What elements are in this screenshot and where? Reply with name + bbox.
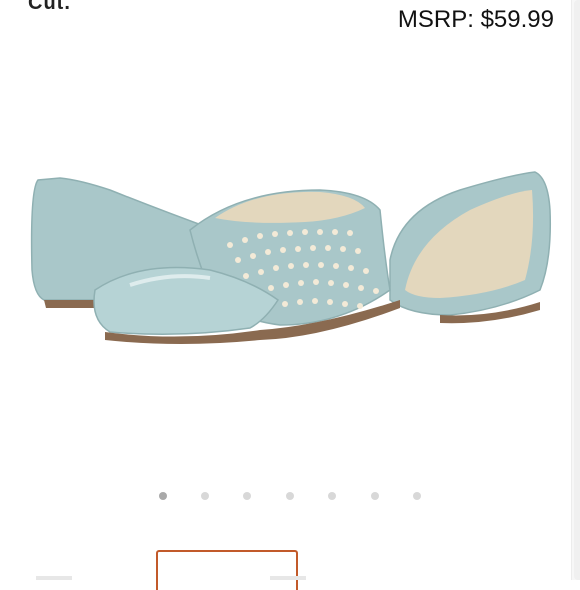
open-heel-shoe-icon: [389, 171, 552, 324]
carousel-dot-7[interactable]: [413, 492, 421, 500]
carousel-dot-2[interactable]: [201, 492, 209, 500]
carousel-dot-1[interactable]: [159, 492, 167, 500]
carousel-pagination: [0, 492, 580, 506]
carousel-dot-4[interactable]: [286, 492, 294, 500]
thumbnail-edge-left[interactable]: [36, 576, 72, 580]
msrp-price: MSRP: $59.99: [397, 6, 554, 33]
shoe-product-image[interactable]: [20, 150, 560, 380]
cut-off-title: Cut.: [28, 0, 71, 14]
thumbnail-edge-right[interactable]: [270, 576, 306, 580]
carousel-dot-5[interactable]: [328, 492, 336, 500]
carousel-dot-3[interactable]: [243, 492, 251, 500]
carousel-dot-6[interactable]: [371, 492, 379, 500]
thumbnail-selected[interactable]: [156, 550, 298, 590]
